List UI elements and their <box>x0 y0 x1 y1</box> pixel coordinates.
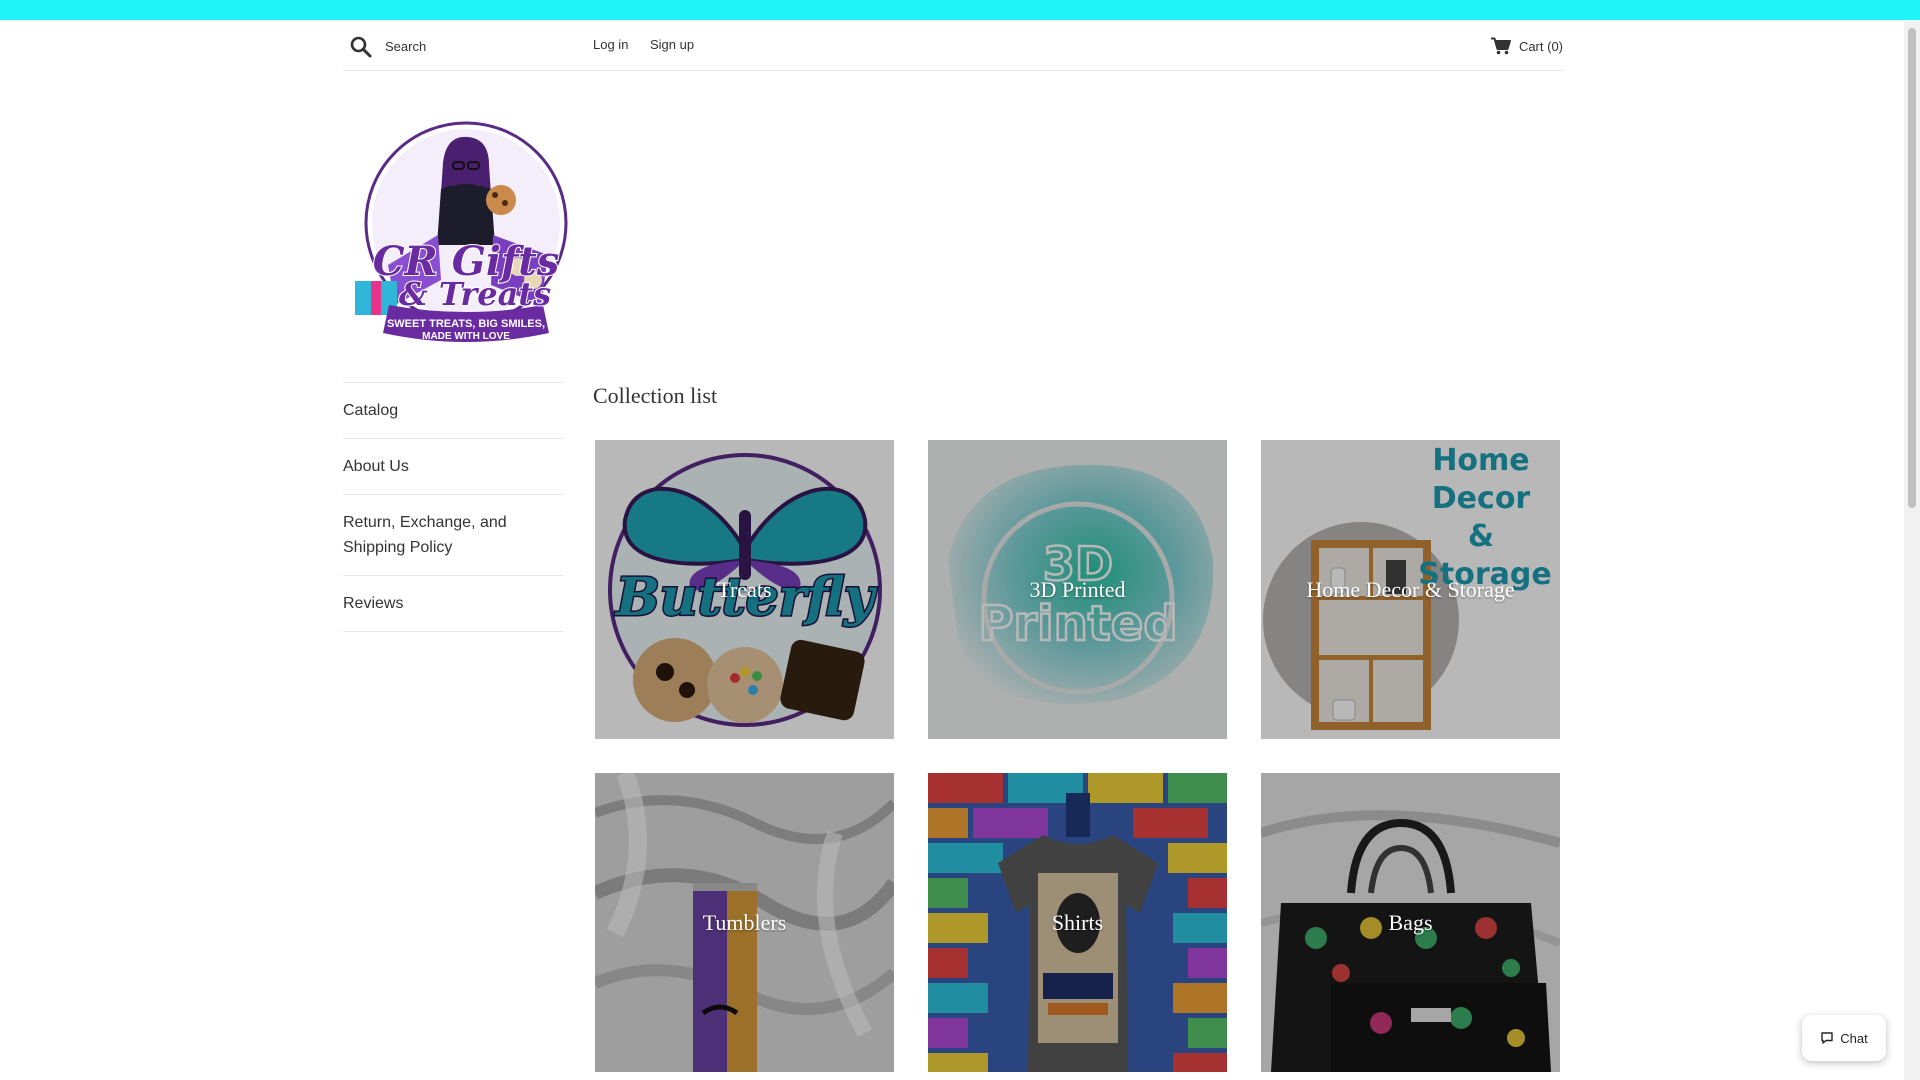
collection-label: 3D Printed <box>1029 576 1126 602</box>
cart-icon <box>1490 37 1511 55</box>
announcement-bar <box>0 0 1920 20</box>
search-input[interactable] <box>385 34 585 58</box>
collection-tile-home-decor[interactable]: Home Decor & Storage Home Decor & Storag… <box>1261 440 1560 739</box>
login-link[interactable]: Log in <box>593 37 628 52</box>
collection-label: Treats <box>717 576 772 602</box>
cart-link[interactable]: Cart (0) <box>1490 35 1563 57</box>
svg-text:SWEET TREATS, BIG SMILES,: SWEET TREATS, BIG SMILES, <box>387 318 545 330</box>
collection-tile-bags[interactable]: Bags <box>1261 773 1560 1072</box>
collection-label: Home Decor & Storage <box>1306 576 1515 602</box>
sidebar-item-about-us[interactable]: About Us <box>343 439 563 495</box>
svg-text:MADE WITH LOVE: MADE WITH LOVE <box>422 331 510 342</box>
chat-label: Chat <box>1840 1030 1868 1046</box>
svg-text:& Treats: & Treats <box>399 275 551 313</box>
sidebar-item-policy[interactable]: Return, Exchange, and Shipping Policy <box>343 495 563 576</box>
collection-tile-shirts[interactable]: Shirts <box>928 773 1227 1072</box>
page-scrollbar[interactable] <box>1904 20 1920 1080</box>
sidebar-nav: Catalog About Us Return, Exchange, and S… <box>343 382 563 632</box>
sidebar-item-reviews[interactable]: Reviews <box>343 576 563 632</box>
scrollbar-thumb[interactable] <box>1908 28 1916 508</box>
cart-label: Cart (0) <box>1518 38 1563 54</box>
store-logo[interactable]: SWEET TREATS, BIG SMILES, MADE WITH LOVE… <box>343 105 590 352</box>
collection-tile-treats[interactable]: Butterfly Treats <box>595 440 894 739</box>
collection-tile-tumblers[interactable]: Tumblers <box>595 773 894 1072</box>
sidebar-item-catalog[interactable]: Catalog <box>343 383 563 439</box>
collection-label: Tumblers <box>702 909 787 935</box>
logo-image: SWEET TREATS, BIG SMILES, MADE WITH LOVE… <box>355 121 568 342</box>
search-icon[interactable] <box>349 35 373 59</box>
collection-tile-3d-printed[interactable]: 3D Printed 3D Printed <box>928 440 1227 739</box>
collection-label: Shirts <box>1051 909 1104 935</box>
signup-link[interactable]: Sign up <box>650 37 694 52</box>
chat-button[interactable]: Chat <box>1802 1015 1886 1061</box>
site-header: Log in Sign up Cart (0) <box>343 20 1563 71</box>
chat-bubble-icon <box>1821 1032 1833 1044</box>
collection-label: Bags <box>1388 909 1433 935</box>
page-title: Collection list <box>593 383 718 408</box>
